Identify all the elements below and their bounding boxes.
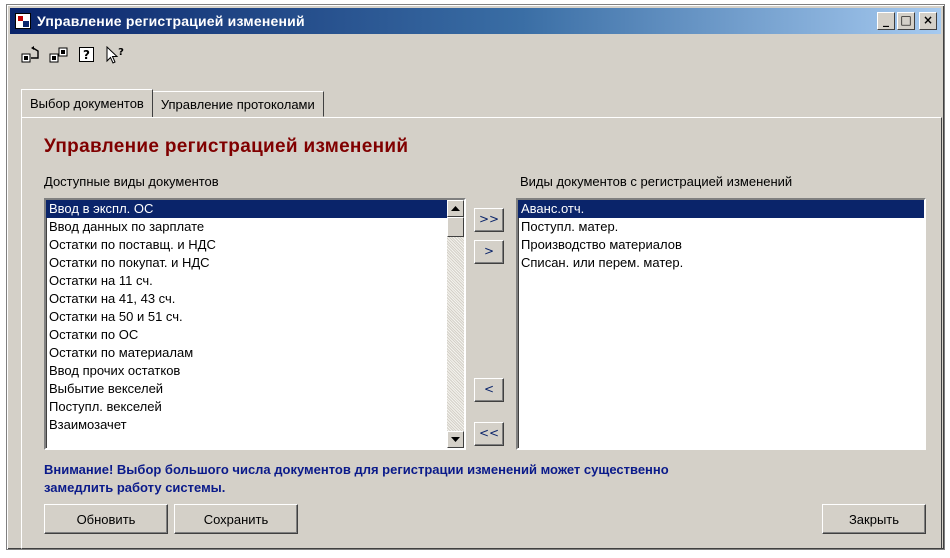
dialog-window: Управление регистрацией изменений _ □ ×: [6, 4, 945, 550]
selected-list[interactable]: Аванс.отч. Поступл. матер. Производство ма…: [516, 198, 926, 450]
remove-one-button[interactable]: <: [474, 378, 504, 402]
app-icon: [15, 13, 31, 29]
available-list-item[interactable]: Остатки по ОС: [46, 326, 464, 344]
minimize-button[interactable]: _: [877, 12, 895, 30]
available-list-item[interactable]: Поступл. векселей: [46, 398, 464, 416]
tab-protocol-management[interactable]: Управление протоколами: [151, 91, 324, 117]
toolbar: ? ?: [21, 45, 125, 65]
available-list[interactable]: Ввод в экспл. ОС Ввод данных по зарплате О…: [44, 198, 466, 450]
selected-label: Виды документов с регистрацией изменений: [520, 174, 793, 189]
window-controls: _ □ ×: [877, 12, 937, 30]
warning-line-2: замедлить работу системы.: [44, 480, 226, 495]
title-bar[interactable]: Управление регистрацией изменений _ □ ×: [10, 8, 941, 34]
close-window-button[interactable]: ×: [919, 12, 937, 30]
window-title: Управление регистрацией изменений: [37, 13, 305, 29]
context-help-icon[interactable]: ?: [105, 45, 125, 65]
available-items: Ввод в экспл. ОС Ввод данных по зарплате О…: [46, 200, 464, 434]
warning-line-1: Внимание! Выбор большого числа документо…: [44, 462, 669, 477]
available-list-item[interactable]: Остатки на 11 сч.: [46, 272, 464, 290]
available-list-item[interactable]: Остатки по поставщ. и НДС: [46, 236, 464, 254]
selected-items: Аванс.отч. Поступл. матер. Производство ма…: [518, 200, 924, 272]
available-list-item[interactable]: Выбытие векселей: [46, 380, 464, 398]
available-list-item[interactable]: Остатки на 50 и 51 сч.: [46, 308, 464, 326]
context-help-glyph: ?: [118, 47, 124, 58]
selected-list-item[interactable]: Производство материалов: [518, 236, 924, 254]
remove-all-button[interactable]: <<: [474, 422, 504, 446]
selected-list-item[interactable]: Поступл. матер.: [518, 218, 924, 236]
add-one-button[interactable]: >: [474, 240, 504, 264]
open-icon[interactable]: [21, 45, 41, 65]
selected-list-item[interactable]: Аванс.отч.: [518, 200, 924, 218]
arrow-down-icon: [451, 436, 460, 442]
save-icon[interactable]: [49, 45, 69, 65]
tab-strip: Выбор документов Управление протоколами: [21, 89, 324, 117]
available-list-item[interactable]: Ввод в экспл. ОС: [46, 200, 464, 218]
help-icon[interactable]: ?: [77, 45, 97, 65]
warning-text: Внимание! Выбор большого числа документо…: [44, 461, 924, 497]
scroll-thumb[interactable]: [447, 217, 464, 237]
tab-document-selection[interactable]: Выбор документов: [21, 89, 153, 117]
selected-list-item[interactable]: Списан. или перем. матер.: [518, 254, 924, 272]
help-glyph: ?: [83, 48, 90, 62]
available-list-item[interactable]: Остатки по материалам: [46, 344, 464, 362]
close-button[interactable]: Закрыть: [822, 504, 926, 534]
save-button[interactable]: Сохранить: [174, 504, 298, 534]
available-list-item[interactable]: Ввод данных по зарплате: [46, 218, 464, 236]
scroll-down-button[interactable]: [447, 431, 464, 448]
available-list-item[interactable]: Остатки по покупат. и НДС: [46, 254, 464, 272]
available-list-item[interactable]: Ввод прочих остатков: [46, 362, 464, 380]
panel-title: Управление регистрацией изменений: [44, 136, 409, 157]
maximize-button[interactable]: □: [897, 12, 915, 30]
arrow-up-icon: [451, 205, 460, 211]
available-list-item[interactable]: Остатки на 41, 43 сч.: [46, 290, 464, 308]
available-scrollbar[interactable]: [447, 200, 464, 448]
scroll-up-button[interactable]: [447, 200, 464, 217]
refresh-button[interactable]: Обновить: [44, 504, 168, 534]
add-all-button[interactable]: >>: [474, 208, 504, 232]
tab-panel: Управление регистрацией изменений Доступ…: [21, 117, 942, 549]
available-label: Доступные виды документов: [44, 174, 219, 189]
available-list-item[interactable]: Взаимозачет: [46, 416, 464, 434]
